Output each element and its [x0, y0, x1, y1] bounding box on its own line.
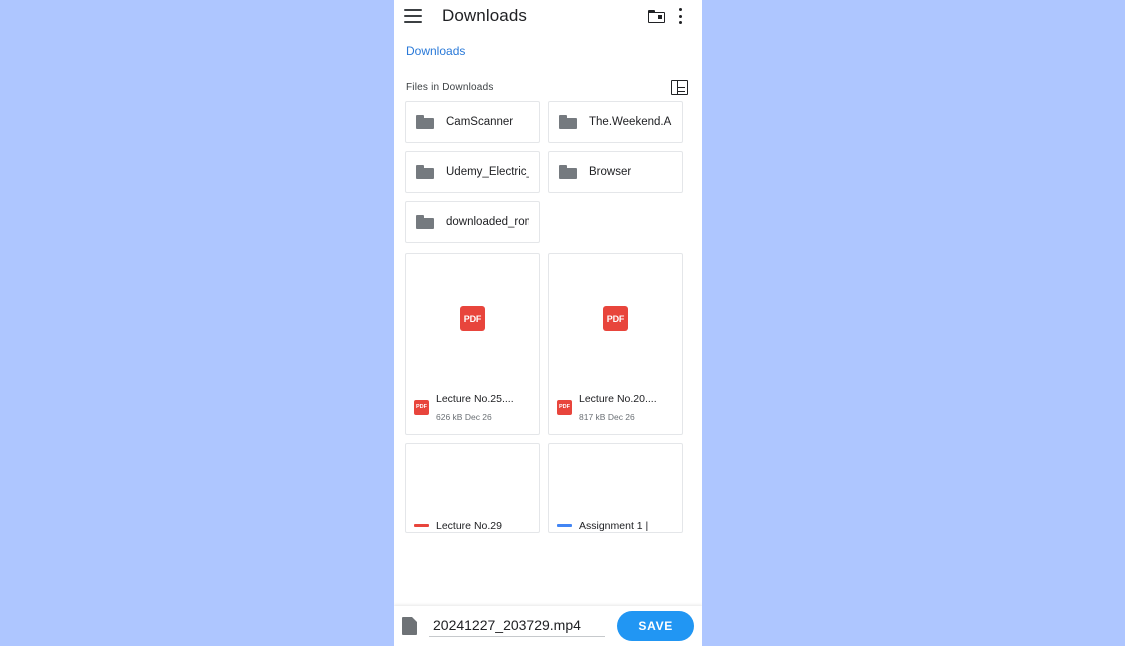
section-label: Files in Downloads — [406, 82, 494, 93]
file-thumbnail: PDF — [549, 254, 682, 383]
file-name: Lecture No.25.... — [436, 393, 514, 405]
page-title: Downloads — [442, 6, 528, 25]
folder-item[interactable]: Browser — [548, 151, 683, 193]
file-meta: Lecture No.29 — [406, 516, 539, 532]
folder-item[interactable]: The.Weekend.A.. — [548, 101, 683, 143]
file-subtitle: 626 kB Dec 26 — [436, 412, 492, 422]
hamburger-icon[interactable] — [404, 9, 422, 23]
file-meta: Assignment 1 | — [549, 516, 682, 532]
folder-name: Udemy_Electric_ — [446, 166, 529, 178]
file-item[interactable]: PDF PDF Lecture No.25.... 626 kB Dec 26 — [405, 253, 540, 435]
save-bar: SAVE — [394, 606, 702, 646]
pdf-icon: PDF — [557, 399, 572, 415]
pdf-icon — [414, 523, 429, 527]
file-meta: PDF Lecture No.20.... 817 kB Dec 26 — [549, 383, 682, 434]
file-subtitle: 817 kB Dec 26 — [579, 412, 635, 422]
folder-item[interactable]: downloaded_rom — [405, 201, 540, 243]
document-icon — [402, 617, 417, 635]
pdf-icon: PDF — [414, 399, 429, 415]
folder-name: downloaded_rom — [446, 216, 529, 228]
create-new-folder-icon — [647, 9, 665, 23]
folder-name: The.Weekend.A.. — [589, 116, 672, 128]
pdf-icon: PDF — [460, 306, 485, 331]
folder-icon — [559, 165, 577, 179]
file-name: Lecture No.20.... — [579, 393, 657, 405]
file-item[interactable]: W Assignment 1 | — [548, 443, 683, 533]
app-bar: Downloads — [394, 0, 702, 32]
breadcrumb: Downloads — [394, 32, 702, 62]
list-view-icon[interactable] — [671, 80, 688, 95]
file-thumbnail: PDF — [406, 254, 539, 383]
more-vert-icon — [678, 8, 682, 24]
folder-grid: CamScanner The.Weekend.A.. Udemy_Electri… — [394, 101, 702, 243]
file-meta: PDF Lecture No.25.... 626 kB Dec 26 — [406, 383, 539, 434]
folder-icon — [416, 215, 434, 229]
folder-icon — [416, 115, 434, 129]
word-icon — [557, 523, 572, 527]
folder-item[interactable]: Udemy_Electric_ — [405, 151, 540, 193]
breadcrumb-item-downloads[interactable]: Downloads — [406, 44, 465, 58]
save-button[interactable]: SAVE — [617, 611, 694, 641]
file-grid: PDF PDF Lecture No.25.... 626 kB Dec 26 … — [394, 243, 702, 533]
file-item[interactable]: PDF PDF Lecture No.20.... 817 kB Dec 26 — [548, 253, 683, 435]
folder-icon — [559, 115, 577, 129]
folder-item[interactable]: CamScanner — [405, 101, 540, 143]
folder-icon — [416, 165, 434, 179]
file-name: Assignment 1 | — [579, 520, 649, 532]
folder-name: CamScanner — [446, 116, 514, 128]
create-new-folder-button[interactable] — [644, 4, 668, 28]
section-header: Files in Downloads — [394, 62, 702, 101]
folder-name: Browser — [589, 166, 632, 178]
filename-input[interactable] — [429, 615, 606, 637]
file-name: Lecture No.29 — [436, 520, 502, 532]
pdf-icon: PDF — [603, 306, 628, 331]
file-picker-window: Downloads Downloads Files in Downloads C… — [394, 0, 702, 646]
overflow-menu-button[interactable] — [668, 4, 692, 28]
file-item[interactable]: PDF Lecture No.29 — [405, 443, 540, 533]
